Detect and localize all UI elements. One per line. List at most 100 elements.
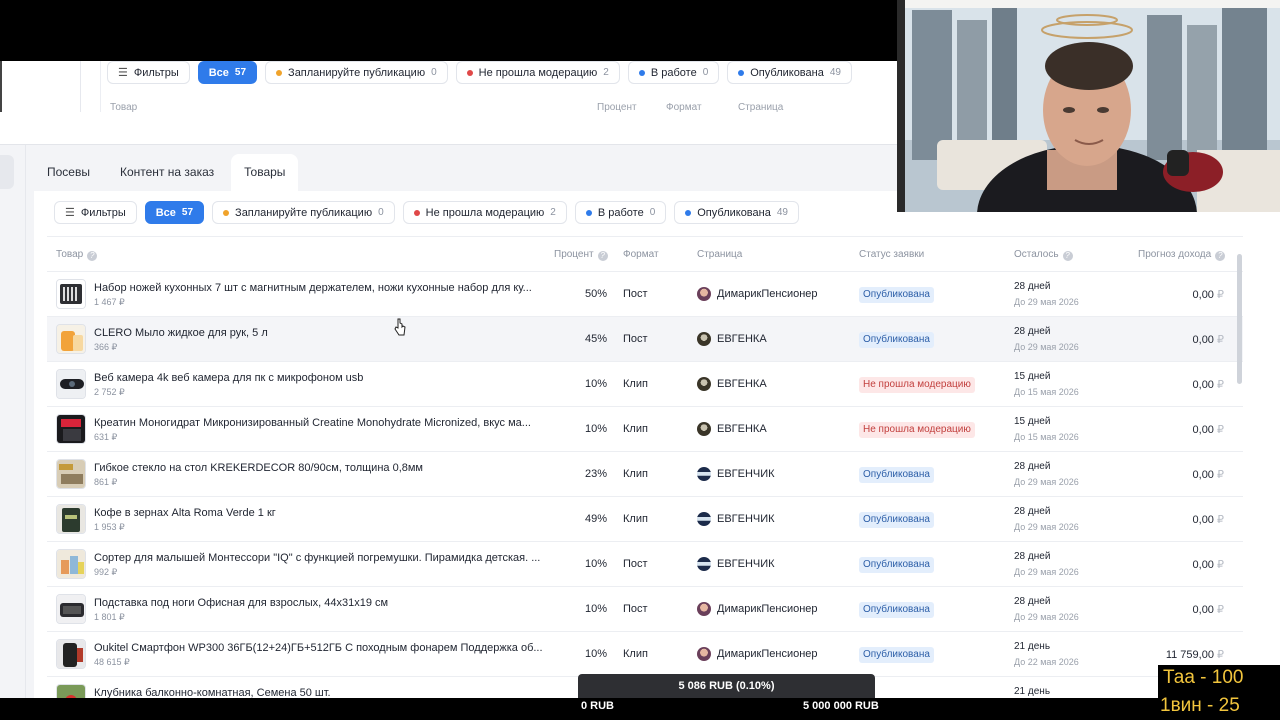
product-thumbnail[interactable] [56,684,86,698]
help-icon[interactable]: ? [597,251,608,261]
product-thumbnail[interactable] [56,414,86,444]
filter-all-label: Все [155,206,176,219]
time-left: 15 дней [1014,371,1051,382]
deadline-date: До 29 мая 2026 [1014,612,1079,622]
product-name[interactable]: CLERO Мыло жидкое для рук, 5 л [94,327,268,339]
table-row[interactable]: Oukitel Смартфон WP300 36ГБ(12+24)ГБ+512… [47,632,1243,677]
status-badge: Опубликована [859,602,934,618]
side-indicator [1265,630,1280,660]
table-row[interactable]: Набор ножей кухонных 7 шт с магнитным де… [47,272,1243,317]
time-left: 28 дней [1014,506,1051,517]
table-row[interactable]: Креатин Моногидрат Микронизированный Cre… [47,407,1243,452]
table-row[interactable]: Сортер для малышей Монтессори "IQ" с фун… [47,542,1243,587]
product-price: 1 467 ₽ [94,297,125,307]
page-name[interactable]: ЕВГЕНЧИК [717,468,775,480]
status-dot-icon [413,209,420,216]
product-thumbnail[interactable] [56,459,86,489]
filters-button[interactable]: ☰ Фильтры [54,201,137,224]
col-page[interactable]: Страница [697,249,742,260]
income-forecast: 0,00 ₽ [1192,514,1224,526]
table-row[interactable]: Веб камера 4k веб камера для пк с микроф… [47,362,1243,407]
table-scrollbar[interactable] [1237,254,1242,384]
help-icon[interactable]: ? [1062,251,1073,261]
ghost-filter-all: Все 57 [197,61,258,84]
page-name[interactable]: ЕВГЕНКА [717,333,767,345]
product-name[interactable]: Набор ножей кухонных 7 шт с магнитным де… [94,282,532,294]
page-name[interactable]: ЕВГЕНКА [717,378,767,390]
product-name[interactable]: Гибкое стекло на стол KREKERDECOR 80/90с… [94,462,423,474]
product-thumbnail[interactable] [56,639,86,669]
page-cell[interactable]: ЕВГЕНКА [697,377,767,391]
tab-content-on-order[interactable]: Контент на заказ [107,154,227,191]
webcam-overlay [897,0,1280,212]
col-forecast[interactable]: Прогноз дохода? [1138,249,1226,261]
page-cell[interactable]: ЕВГЕНЧИК [697,467,775,481]
filter-all-label: Все [208,66,229,79]
table-row[interactable]: Подставка под ноги Офисная для взрослых,… [47,587,1243,632]
webcam-image [897,0,1280,212]
help-icon[interactable]: ? [1215,251,1226,261]
tab-products[interactable]: Товары [231,154,299,191]
page-cell[interactable]: ЕВГЕНЧИК [697,557,775,571]
page-cell[interactable]: ДимарикПенсионер [697,602,818,616]
status-chip-count: 49 [829,67,841,78]
status-dot-icon [223,209,230,216]
table-row[interactable]: CLERO Мыло жидкое для рук, 5 л 366 ₽ 45% По… [47,317,1243,362]
filter-status-2[interactable]: В работе 0 [574,201,667,224]
product-name[interactable]: Oukitel Смартфон WP300 36ГБ(12+24)ГБ+512… [94,642,543,654]
donation-progress: 5 086 RUB (0.10%) [578,674,875,698]
table-row[interactable]: Кофе в зернах Alta Roma Verde 1 кг 1 953 … [47,497,1243,542]
deadline-date: До 29 мая 2026 [1014,297,1079,307]
filter-status-0[interactable]: Запланируйте публикацию 0 [212,201,395,224]
product-thumbnail[interactable] [56,549,86,579]
page-cell[interactable]: ЕВГЕНКА [697,332,767,346]
page-cell[interactable]: ЕВГЕНЧИК [697,512,775,526]
status-badge: Опубликована [859,287,934,303]
status-badge: Не прошла модерацию [859,377,975,393]
filter-status-1[interactable]: Не прошла модерацию 2 [402,201,567,224]
page-name[interactable]: ЕВГЕНКА [717,423,767,435]
percent-cell: 10% [584,558,607,570]
status-dot-icon [738,69,745,76]
time-left: 28 дней [1014,281,1051,292]
product-thumbnail[interactable] [56,324,86,354]
col-format[interactable]: Формат [623,249,659,260]
filter-status-3[interactable]: Опубликована 49 [674,201,799,224]
col-status[interactable]: Статус заявки [859,249,924,260]
status-chip-count: 2 [550,207,556,218]
product-name[interactable]: Кофе в зернах Alta Roma Verde 1 кг [94,507,276,519]
page-name[interactable]: ЕВГЕНЧИК [717,558,775,570]
ghost-filters-button: ☰ Фильтры [107,61,190,84]
product-name[interactable]: Сортер для малышей Монтессори "IQ" с фун… [94,552,540,564]
col-product[interactable]: Товар? [56,249,98,261]
ghost-edge [0,61,2,112]
page-name[interactable]: ЕВГЕНЧИК [717,513,775,525]
product-thumbnail[interactable] [56,369,86,399]
product-thumbnail[interactable] [56,594,86,624]
page-name[interactable]: ДимарикПенсионер [717,603,818,615]
page-name[interactable]: ДимарикПенсионер [717,288,818,300]
tab-posevy[interactable]: Посевы [34,154,103,191]
format-cell: Пост [623,603,648,615]
status-badge: Опубликована [859,332,934,348]
product-name[interactable]: Подставка под ноги Офисная для взрослых,… [94,597,388,609]
help-icon[interactable]: ? [87,251,98,261]
page-cell[interactable]: ЕВГЕНКА [697,422,767,436]
product-thumbnail[interactable] [56,504,86,534]
filter-all[interactable]: Все 57 [144,201,205,224]
currency-symbol: ₽ [1217,289,1224,301]
counter-line-1: Таа - 100 [1163,667,1244,688]
sidebar-tab[interactable] [0,155,14,189]
table-row[interactable]: Гибкое стекло на стол KREKERDECOR 80/90с… [47,452,1243,497]
page-cell[interactable]: ДимарикПенсионер [697,287,818,301]
col-left[interactable]: Осталось? [1014,249,1073,261]
product-price: 2 752 ₽ [94,387,125,397]
col-percent[interactable]: Процент? [554,249,608,261]
product-thumbnail[interactable] [56,279,86,309]
product-name[interactable]: Клубника балконно-комнатная, Семена 50 ш… [94,687,331,698]
bottom-overlay-bar [0,698,1280,720]
product-name[interactable]: Веб камера 4k веб камера для пк с микроф… [94,372,363,384]
donation-caption: до увеличения в работы [669,659,784,670]
product-name[interactable]: Креатин Моногидрат Микронизированный Cre… [94,417,531,429]
income-forecast: 0,00 ₽ [1192,559,1224,571]
